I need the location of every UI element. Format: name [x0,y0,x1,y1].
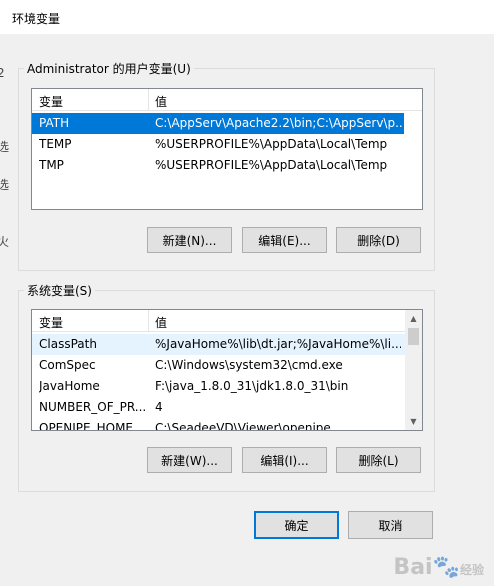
user-edit-button[interactable]: 编辑(E)... [242,227,327,253]
watermark-brand: Bai [393,555,433,580]
system-new-button[interactable]: 新建(W)... [147,447,232,473]
column-divider[interactable] [148,310,149,332]
background-text: 选 [0,140,10,154]
variable-value: C:\AppServ\Apache2.2\bin;C:\AppServ\p... [155,116,402,130]
variable-name: TEMP [39,137,72,151]
variable-name: ClassPath [39,337,97,351]
system-edit-button[interactable]: 编辑(I)... [242,447,327,473]
title-bar: 环境变量 [0,0,494,34]
user-variables-label: Administrator 的用户变量(U) [27,62,191,76]
variable-value: 4 [155,400,163,414]
variable-name: NUMBER_OF_PR... [39,400,147,414]
user-variable-row-temp[interactable]: TEMP %USERPROFILE%\AppData\Local\Temp [32,134,422,155]
scrollbar-thumb[interactable] [408,328,419,345]
system-variable-row-javahome[interactable]: JavaHome F:\java_1.8.0_31\jdk1.8.0_31\bi… [32,376,405,397]
column-header-variable[interactable]: 变量 [39,314,63,331]
user-variable-row-path[interactable]: PATH C:\AppServ\Apache2.2\bin;C:\AppServ… [32,113,404,134]
system-variable-row-number-of-processors[interactable]: NUMBER_OF_PR... 4 [32,397,405,418]
variable-name: PATH [39,116,70,130]
variable-value: %USERPROFILE%\AppData\Local\Temp [155,158,388,172]
system-variables-list[interactable]: 变量 值 ClassPath %JavaHome%\lib\dt.jar;%Ja… [31,309,423,431]
system-variable-row-classpath[interactable]: ClassPath %JavaHome%\lib\dt.jar;%JavaHom… [32,334,405,355]
background-text: 2 [0,66,5,80]
column-header-variable[interactable]: 变量 [39,93,63,110]
variable-value: %JavaHome%\lib\dt.jar;%JavaHome%\li... [155,337,401,351]
variable-value: %USERPROFILE%\AppData\Local\Temp [155,137,388,151]
system-variable-row-comspec[interactable]: ComSpec C:\Windows\system32\cmd.exe [32,355,405,376]
list-header: 变量 值 [32,310,405,332]
column-header-value[interactable]: 值 [155,93,167,110]
user-new-button[interactable]: 新建(N)... [147,227,232,253]
system-variables-label: 系统变量(S) [27,284,92,298]
variable-value: C:\Windows\system32\cmd.exe [155,358,343,372]
system-delete-button[interactable]: 删除(L) [336,447,421,473]
scroll-down-arrow-icon[interactable]: ▼ [405,413,422,430]
user-delete-button[interactable]: 删除(D) [336,227,421,253]
baidu-watermark-logo: Bai🐾经验 [393,555,484,580]
system-list-scrollbar[interactable]: ▲ ▼ [405,310,422,430]
watermark-suffix: 经验 [459,563,484,577]
column-header-value[interactable]: 值 [155,314,167,331]
paw-icon: 🐾 [432,555,460,580]
user-variables-list[interactable]: 变量 值 PATH C:\AppServ\Apache2.2\bin;C:\Ap… [31,88,423,210]
scroll-up-arrow-icon[interactable]: ▲ [405,310,422,327]
variable-name: ComSpec [39,358,96,372]
window-title: 环境变量 [12,12,61,26]
variable-value: C:\SeadeeVD\Viewer\openipe [155,421,331,431]
background-text: 选 [0,178,10,192]
user-variable-row-tmp[interactable]: TMP %USERPROFILE%\AppData\Local\Temp [32,155,422,176]
column-divider[interactable] [148,89,149,111]
variable-name: OPENIPE_HOME [39,421,134,431]
ok-button[interactable]: 确定 [254,511,339,539]
variable-value: F:\java_1.8.0_31\jdk1.8.0_31\bin [155,379,349,393]
system-variable-row-openipe-home[interactable]: OPENIPE_HOME C:\SeadeeVD\Viewer\openipe [32,418,405,431]
list-header: 变量 值 [32,89,422,111]
background-text: 火 [0,235,10,249]
background-window-strip: 2 选 选 火 [0,58,10,368]
cancel-button[interactable]: 取消 [348,511,433,539]
variable-name: TMP [39,158,64,172]
variable-name: JavaHome [39,379,100,393]
